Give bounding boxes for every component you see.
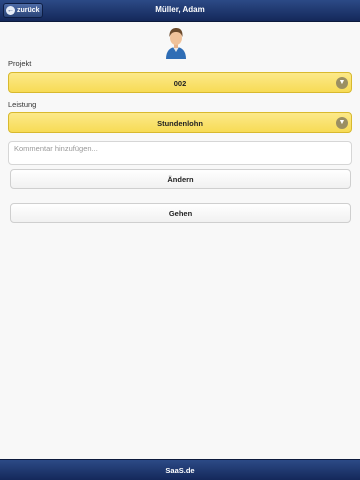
user-avatar-icon <box>164 27 188 59</box>
comment-input[interactable] <box>8 141 352 165</box>
service-value: Stundenlohn <box>157 119 203 128</box>
chevron-down-icon: ▼ <box>336 117 348 129</box>
project-value: 002 <box>173 79 187 88</box>
project-label: Projekt <box>8 59 32 68</box>
go-button[interactable]: Gehen <box>10 203 351 223</box>
top-bar: ← zurück Müller, Adam <box>0 0 360 22</box>
arrow-left-icon: ← <box>6 6 15 15</box>
footer-bar: SaaS.de <box>0 459 360 480</box>
service-select[interactable]: Stundenlohn ▼ <box>8 112 352 133</box>
footer-brand: SaaS.de <box>165 465 195 475</box>
project-select[interactable]: 002 ▼ <box>8 72 352 93</box>
chevron-down-icon: ▼ <box>336 77 348 89</box>
page-title: Müller, Adam <box>155 5 205 14</box>
back-button[interactable]: ← zurück <box>3 3 43 18</box>
change-button[interactable]: Ändern <box>10 169 351 189</box>
service-label: Leistung <box>8 100 37 109</box>
back-button-label: zurück <box>17 7 40 14</box>
